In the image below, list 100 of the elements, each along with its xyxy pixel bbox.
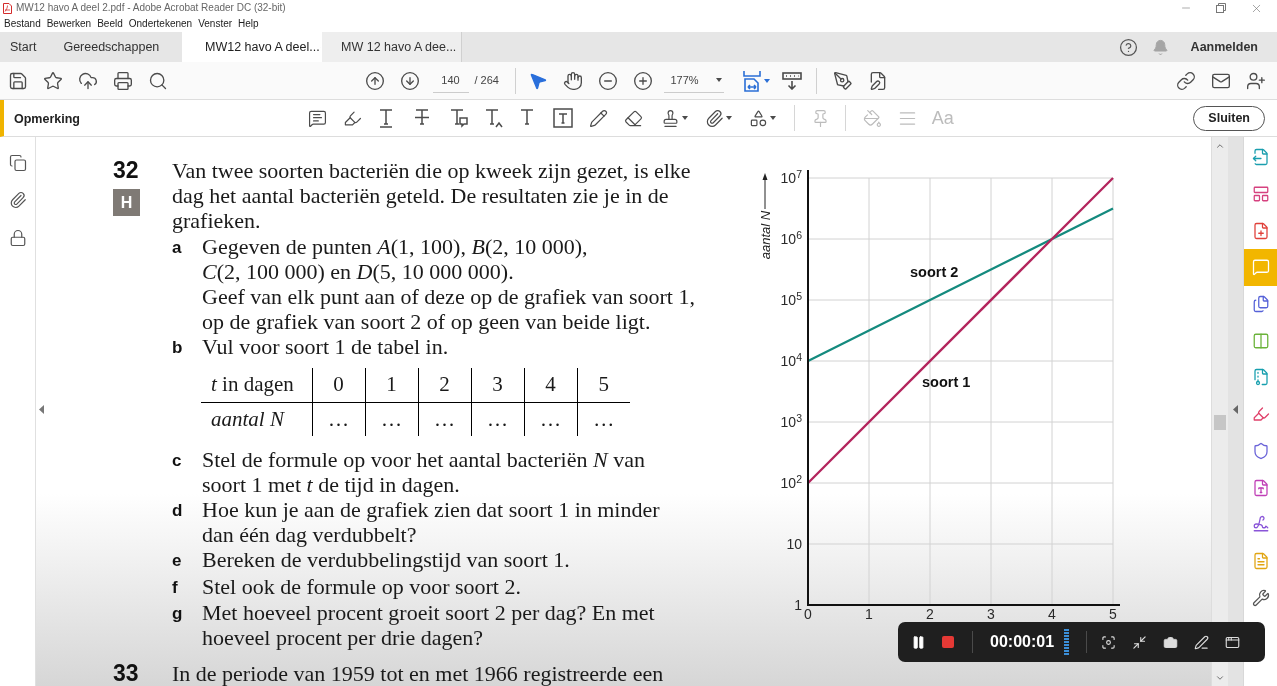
- zoom-in-icon[interactable]: [633, 70, 654, 91]
- lock-icon[interactable]: [8, 228, 27, 247]
- y-axis-label: aantal N: [758, 210, 772, 260]
- zoom-out-icon[interactable]: [598, 70, 619, 91]
- export-document-icon[interactable]: [1251, 148, 1270, 167]
- question-letter: e: [172, 550, 183, 573]
- table-cell: …: [524, 402, 577, 436]
- caret-icon[interactable]: [682, 116, 689, 120]
- fit-width-icon[interactable]: [742, 69, 763, 92]
- camera-icon[interactable]: [1163, 634, 1179, 650]
- pen-icon[interactable]: [1194, 634, 1210, 650]
- question-text: Hoe kun je aan de grafiek zien dat soort 1 in minder dan één dag verdubbelt?: [202, 497, 661, 548]
- star-icon[interactable]: [42, 70, 63, 91]
- pen-nib-icon[interactable]: [833, 70, 854, 91]
- window-icon[interactable]: [1225, 634, 1241, 650]
- shield-icon[interactable]: [1251, 441, 1270, 460]
- scroll-mode-icon[interactable]: [781, 71, 802, 90]
- archive-document-icon[interactable]: [1251, 368, 1270, 387]
- table-header-cell: 4: [524, 367, 577, 403]
- exercise-number: 32: [113, 158, 139, 184]
- question-text: Stel ook de formule op voor soort 2.: [202, 573, 522, 599]
- table-cell: …: [577, 402, 630, 436]
- axis-label: 10$^{3}$: [780, 415, 802, 429]
- collapse-arrows-icon[interactable]: [1132, 634, 1148, 650]
- shapes-icon[interactable]: [749, 108, 769, 128]
- collapse-right-panel-icon[interactable]: [1233, 405, 1238, 414]
- caret-icon[interactable]: [715, 78, 722, 82]
- stop-icon[interactable]: [942, 636, 954, 648]
- table-header-cell: 0: [312, 367, 365, 403]
- save-icon[interactable]: [7, 70, 28, 91]
- signature-icon[interactable]: [1251, 515, 1270, 534]
- close-button[interactable]: Sluiten: [1193, 105, 1265, 131]
- hand-icon[interactable]: [563, 70, 584, 91]
- question-letter: f: [172, 576, 179, 599]
- menu-item[interactable]: Venster: [198, 19, 233, 29]
- document-tab[interactable]: MW 12 havo A dee...: [322, 32, 462, 62]
- paperclip-icon[interactable]: [705, 108, 725, 128]
- question-text: Vul voor soort 1 de tabel in.: [202, 334, 450, 360]
- menu-item[interactable]: Help: [238, 19, 259, 29]
- table-header-cell: 1: [365, 367, 418, 403]
- exercise-intro: In de periode van 1959 tot en met 1966 registreerde een: [172, 663, 664, 686]
- pencil-icon[interactable]: [589, 108, 609, 128]
- caret-icon[interactable]: [764, 78, 771, 83]
- comment-icon[interactable]: [307, 108, 327, 128]
- table-cell: aantal N: [201, 402, 312, 436]
- text-box-icon[interactable]: [553, 108, 574, 128]
- collapse-left-icon[interactable]: [39, 405, 44, 414]
- document-tab[interactable]: MW12 havo A deel...: [182, 32, 322, 62]
- pages-icon[interactable]: [8, 153, 27, 172]
- line-label: soort 2: [910, 265, 959, 280]
- help-icon[interactable]: [1118, 37, 1138, 57]
- screenshot-region-icon[interactable]: [1101, 634, 1117, 650]
- eraser-icon[interactable]: [624, 108, 644, 128]
- tab[interactable]: Start: [0, 32, 54, 62]
- question-letter: b: [172, 337, 184, 360]
- menu-item[interactable]: Beeld: [97, 19, 123, 29]
- question-letter: c: [172, 449, 183, 472]
- question-text: Gegeven de punten A(1, 100), B(2, 10 000), C(2, 100 000) en D(5, 10 000 000).: [202, 233, 589, 284]
- scroll-down-icon[interactable]: [1215, 673, 1225, 683]
- caret-icon[interactable]: [770, 116, 777, 120]
- table-cell: …: [365, 402, 418, 436]
- table-header-cell: 5: [577, 367, 630, 403]
- layout-icon[interactable]: [1251, 185, 1270, 204]
- wrench-icon[interactable]: [1251, 588, 1270, 607]
- paperclip-icon[interactable]: [8, 191, 27, 210]
- question-text: Stel de formule op voor het aantal bacteriën N van soort 1 met t de tijd in dagen.: [202, 446, 646, 498]
- level-badge: H: [113, 189, 140, 217]
- sign-in-link[interactable]: Aanmelden: [1190, 37, 1258, 57]
- form-document-icon[interactable]: [1251, 478, 1270, 497]
- search-icon[interactable]: [147, 70, 168, 91]
- arrow-up-circle-icon[interactable]: [365, 70, 385, 91]
- pause-icon[interactable]: [910, 634, 926, 650]
- tab[interactable]: Gereedschappen: [53, 32, 177, 62]
- page-number-field[interactable]: 140: [432, 68, 469, 93]
- axis-label: 10$^{2}$: [780, 476, 802, 490]
- axis-label: 4: [1048, 607, 1056, 621]
- printer-icon[interactable]: [112, 70, 133, 91]
- scrollbar-thumb[interactable]: [1214, 415, 1226, 430]
- scroll-up-icon[interactable]: [1215, 141, 1225, 151]
- axis-label: 10$^{7}$: [780, 171, 802, 185]
- add-document-icon[interactable]: [1251, 221, 1270, 240]
- restore-icon[interactable]: [1216, 3, 1226, 13]
- caret-icon[interactable]: [726, 116, 733, 120]
- documents-icon[interactable]: [1251, 295, 1270, 314]
- table-cell: …: [418, 402, 471, 436]
- zoom-field[interactable]: 177%: [664, 68, 725, 93]
- audio-meter-icon: [1064, 629, 1070, 655]
- columns-icon[interactable]: [1251, 331, 1270, 350]
- line-label: soort 1: [922, 375, 971, 390]
- cloud-upload-icon[interactable]: [77, 70, 98, 91]
- add-user-icon[interactable]: [1246, 70, 1266, 91]
- menu-item[interactable]: Bewerken: [46, 19, 92, 29]
- table-header-cell: 2: [418, 367, 471, 403]
- marker-icon[interactable]: [1251, 405, 1270, 424]
- menu-item[interactable]: Ondertekenen: [128, 19, 193, 29]
- insert-text-icon[interactable]: [483, 108, 504, 128]
- link-icon[interactable]: [1176, 70, 1196, 91]
- question-text: Met hoeveel procent groeit soort 2 per dag? En met hoeveel procent per drie dagen?: [202, 599, 656, 651]
- arrow-down-circle-icon[interactable]: [400, 70, 420, 91]
- menu-item[interactable]: Bestand: [4, 19, 41, 29]
